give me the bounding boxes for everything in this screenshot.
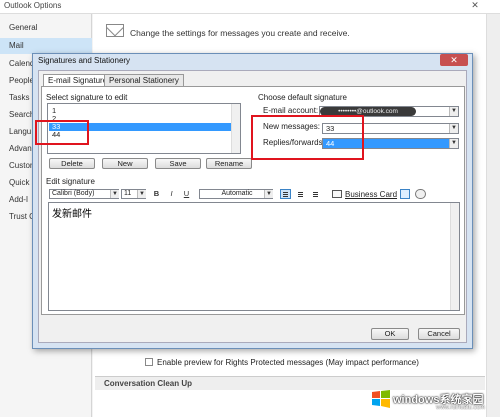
save-button[interactable]: Save: [155, 158, 201, 169]
options-scrollbar[interactable]: [486, 14, 500, 417]
edit-signature-label: Edit signature: [46, 177, 95, 186]
email-account-label: E-mail account:: [263, 106, 319, 115]
windows-logo-icon: [372, 390, 390, 408]
business-card-button[interactable]: Business Card: [345, 190, 397, 199]
align-left-icon[interactable]: [280, 189, 291, 199]
chevron-down-icon[interactable]: ▼: [110, 190, 119, 198]
chevron-down-icon[interactable]: ▼: [264, 190, 273, 198]
editor-scrollbar[interactable]: [450, 203, 459, 310]
chevron-down-icon[interactable]: ▼: [449, 124, 458, 133]
align-center-icon[interactable]: [295, 189, 306, 199]
options-window-title: Outlook Options: [4, 1, 62, 10]
chevron-down-icon[interactable]: ▼: [449, 139, 458, 148]
signature-list-scrollbar[interactable]: [231, 104, 240, 153]
highlight-box: [35, 120, 89, 145]
envelope-icon: [106, 24, 124, 37]
insert-hyperlink-icon[interactable]: [415, 189, 426, 199]
bold-button[interactable]: B: [151, 189, 162, 199]
conversation-cleanup-header: Conversation Clean Up: [104, 379, 193, 388]
business-card-icon: [332, 190, 342, 198]
nav-item-general[interactable]: General: [0, 20, 92, 36]
underline-button[interactable]: U: [181, 189, 192, 199]
highlight-box: [251, 115, 364, 160]
font-name-dropdown[interactable]: Calibri (Body): [49, 189, 119, 199]
italic-button[interactable]: I: [166, 189, 177, 199]
list-item[interactable]: 1: [49, 107, 239, 115]
new-button[interactable]: New: [102, 158, 148, 169]
nav-item-mail[interactable]: Mail: [0, 38, 92, 54]
watermark-url: www.ruihuatu.com: [436, 405, 486, 411]
dialog-title: Signatures and Stationery: [38, 56, 131, 65]
options-titlebar: [0, 0, 500, 14]
ok-button[interactable]: OK: [371, 328, 409, 340]
font-color-dropdown[interactable]: Automatic: [199, 189, 273, 199]
select-signature-label: Select signature to edit: [46, 93, 128, 102]
delete-button[interactable]: Delete: [49, 158, 95, 169]
dialog-close-icon[interactable]: ✕: [440, 54, 468, 66]
cancel-button[interactable]: Cancel: [418, 328, 460, 340]
rights-protected-label: Enable preview for Rights Protected mess…: [157, 358, 419, 367]
mail-description: Change the settings for messages you cre…: [130, 28, 350, 38]
default-signature-heading: Choose default signature: [258, 93, 347, 102]
chevron-down-icon[interactable]: ▼: [137, 190, 146, 198]
insert-picture-icon[interactable]: [400, 189, 410, 199]
rights-protected-checkbox[interactable]: [145, 358, 153, 366]
rename-button[interactable]: Rename: [206, 158, 252, 169]
signature-editor[interactable]: [48, 202, 460, 311]
options-close-icon[interactable]: ✕: [468, 0, 482, 13]
align-right-icon[interactable]: [310, 189, 321, 199]
signature-editor-text[interactable]: 发新邮件: [52, 205, 92, 220]
chevron-down-icon[interactable]: ▼: [449, 107, 458, 116]
